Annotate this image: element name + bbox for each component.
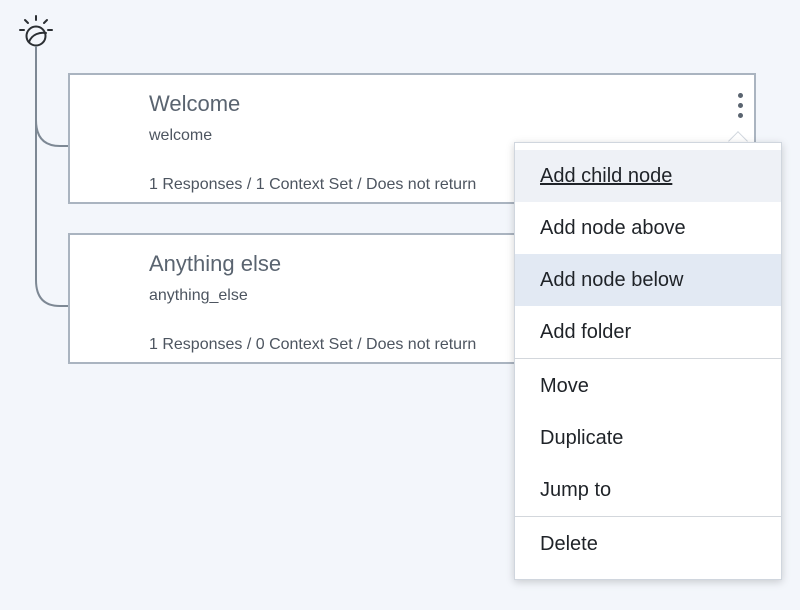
menu-item-delete[interactable]: Delete [515,518,781,570]
menu-item-move[interactable]: Move [515,360,781,412]
menu-item-label: Add child node [540,164,673,187]
menu-item-label: Delete [540,532,598,555]
menu-item-label: Add folder [540,320,632,343]
dialog-node-anything-else[interactable]: Anything else anything_else 1 Responses … [68,233,516,364]
menu-item-add-node-above[interactable]: Add node above [515,202,781,254]
overflow-menu-icon[interactable] [730,87,750,123]
menu-item-label: Jump to [540,478,612,501]
menu-item-label: Move [540,374,589,397]
menu-item-add-child-node[interactable]: Add child node [515,150,781,202]
node-title: Anything else [149,251,282,276]
menu-divider [515,516,781,517]
node-context-menu: Add child node Add node above Add node b… [514,142,782,580]
overflow-dot [737,102,743,108]
menu-item-duplicate[interactable]: Duplicate [515,412,781,464]
menu-item-label: Duplicate [540,426,624,449]
node-title: Welcome [149,91,241,116]
overflow-dot [737,92,743,98]
node-summary: 1 Responses / 1 Context Set / Does not r… [149,176,477,193]
menu-item-label: Add node above [540,216,686,239]
menu-divider [515,358,781,359]
node-condition: anything_else [149,287,248,304]
menu-item-add-node-below[interactable]: Add node below [515,254,781,306]
node-condition: welcome [149,127,213,144]
menu-item-add-folder[interactable]: Add folder [515,306,781,358]
menu-item-jump-to[interactable]: Jump to [515,464,781,516]
menu-item-label: Add node below [540,268,684,291]
node-summary: 1 Responses / 0 Context Set / Does not r… [149,336,477,353]
overflow-dot [737,112,743,118]
